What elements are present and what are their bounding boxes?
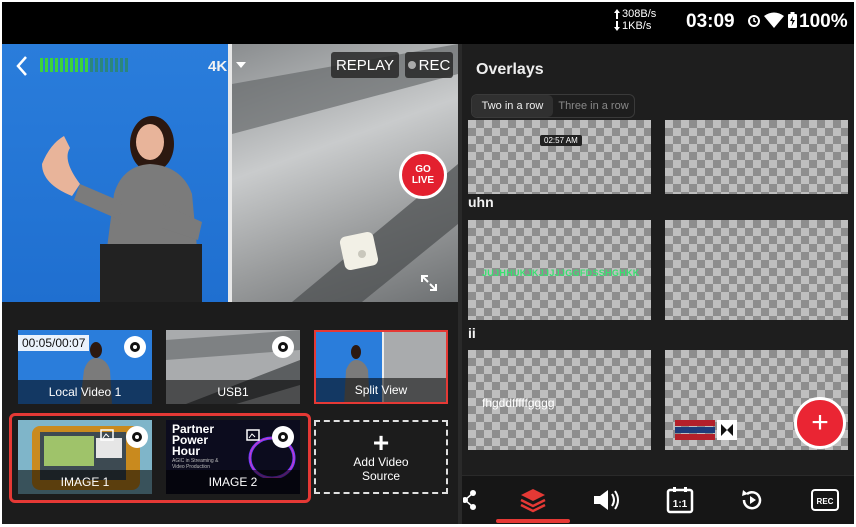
usb-label: USB1 [166,380,300,404]
plus-icon: + [372,427,390,458]
record-settings-icon[interactable]: REC [810,486,840,514]
left-panel: 4K REPLAY REC GO LIVE 00:05/00:07 Local … [2,44,458,524]
overlays-title: Overlays [476,61,544,78]
level-meter-bar [110,58,113,72]
overlays-panel: Overlays Two in a row Three in a row 02:… [462,44,854,475]
svg-text:1:1: 1:1 [673,499,688,510]
upload-rate: 308B/s [622,8,657,20]
network-rate: 308B/s 1KB/s [614,8,656,32]
level-meter-bar [55,58,58,72]
gear-icon[interactable] [124,336,146,358]
app-window: 308B/s 1KB/s 03:09 100% 4K REPLAY REC GO… [2,2,854,524]
image1-label: IMAGE 1 [18,470,152,494]
layers-icon[interactable] [518,486,548,514]
tab-two-in-a-row[interactable]: Two in a row [472,95,553,117]
level-meter-bar [60,58,63,72]
download-arrow-icon [614,21,620,31]
level-meter-bar [100,58,103,72]
record-button[interactable]: REC [405,52,453,78]
go-live-line1: GO [415,164,431,175]
split-view-label: Split View [316,378,446,402]
local-video-timecode: 00:05/00:07 [18,335,90,351]
level-meter-bar [70,58,73,72]
status-bar: 308B/s 1KB/s 03:09 100% [2,2,854,44]
back-button[interactable] [12,54,32,78]
level-meter-bar [80,58,83,72]
fullscreen-icon[interactable] [419,273,439,293]
record-dot-icon [407,61,416,69]
aspect-ratio-icon[interactable]: 1:1 [666,486,694,514]
level-meter-bar [90,58,93,72]
overlay-item[interactable]: JUJHHUKJKJJJJJGGFDSSHGHKK [468,220,651,320]
add-overlay-button[interactable]: + [794,397,846,449]
overlay-item[interactable] [665,220,848,320]
overlay-group-caption: ii [468,325,476,341]
source-split-view[interactable]: Split View [314,330,448,404]
download-rate: 1KB/s [622,20,652,32]
level-meter-bar [95,58,98,72]
overlay-time-badge: 02:57 AM [540,135,582,146]
image-edit-icon[interactable] [246,428,262,444]
overlay-item[interactable]: fhgddfffffgggg [468,350,651,450]
gear-icon[interactable] [272,336,294,358]
overlay-group-caption: uhn [468,194,494,210]
poster-subtitle: AGIC in Streaming & Video Production [172,458,219,470]
source-usb[interactable]: USB1 [166,330,300,404]
source-image-1[interactable]: IMAGE 1 [18,420,152,494]
image2-label: IMAGE 2 [166,470,300,494]
replay-icon[interactable] [738,486,766,514]
level-meter-bar [85,58,88,72]
gear-icon[interactable] [272,426,294,448]
image-edit-icon[interactable] [100,428,116,444]
presenter-image [42,116,202,302]
overlay-marquee-text: JUJHHUKJKJJJJJGGFDSSHGHKK [482,268,640,278]
gear-icon[interactable] [126,426,148,448]
level-meter-bar [65,58,68,72]
level-meter-bar [75,58,78,72]
status-time: 03:09 [686,11,735,32]
upload-arrow-icon [614,9,620,19]
replay-button[interactable]: REPLAY [331,52,399,78]
program-preview: 4K REPLAY REC GO LIVE [2,44,458,302]
source-local-video[interactable]: 00:05/00:07 Local Video 1 [18,330,152,404]
level-meter-bar [115,58,118,72]
audio-icon[interactable] [592,486,620,514]
layout-segmented-control: Two in a row Three in a row [471,94,635,118]
record-label: REC [418,56,451,74]
add-video-line1: Add Video [353,455,409,469]
local-video-label: Local Video 1 [18,380,152,404]
battery-percent: 100% [799,11,848,32]
wifi-icon [764,12,784,28]
level-meter-bar [125,58,128,72]
active-tab-indicator [496,519,570,523]
preview-presenter [2,44,228,302]
add-video-source-button[interactable]: + Add Video Source [314,420,448,494]
resolution-label[interactable]: 4K [208,58,227,75]
replay-label: REPLAY [335,56,395,74]
go-live-button[interactable]: GO LIVE [399,151,447,199]
level-meter-bar [120,58,123,72]
audio-level-meter [40,58,128,72]
overlay-item[interactable] [665,120,848,194]
overlay-item[interactable]: 02:57 AM [468,120,651,194]
level-meter-bar [105,58,108,72]
level-meter-bar [50,58,53,72]
scoreboard-graphic [675,420,737,440]
status-icons [748,12,797,28]
svg-text:REC: REC [817,497,834,506]
chevron-down-icon[interactable] [236,62,246,68]
go-live-line2: LIVE [411,175,435,186]
poster-line3: Hour [172,444,200,458]
tab-three-in-a-row[interactable]: Three in a row [553,95,634,117]
alarm-icon [748,15,760,27]
add-video-line2: Source [361,469,401,483]
share-icon[interactable] [462,486,478,514]
bottom-nav: 1:1 REC [462,475,854,524]
plus-icon: + [811,406,829,439]
source-image-2[interactable]: Partner Power Hour AGIC in Streaming & V… [166,420,300,494]
level-meter-bar [40,58,43,72]
overlay-text: fhgddfffffgggg [482,396,555,410]
battery-icon [788,12,797,28]
level-meter-bar [45,58,48,72]
